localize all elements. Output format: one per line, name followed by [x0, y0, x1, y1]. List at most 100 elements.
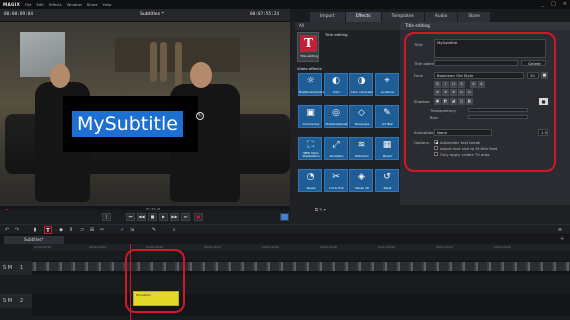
- frame-back-button[interactable]: |: [102, 213, 111, 221]
- effects-footer: ⧉ ✎ ▾: [290, 205, 570, 224]
- group-icon[interactable]: ⊞: [88, 226, 96, 234]
- fast-forward-button[interactable]: ▶▶: [170, 213, 179, 221]
- minimize-button[interactable]: _: [542, 1, 545, 7]
- menu-effects[interactable]: Effects: [49, 2, 62, 7]
- effect-tile[interactable]: ◔ Speed: [298, 169, 322, 192]
- tab-effects[interactable]: Effects: [345, 12, 381, 22]
- effect-label: Color correction: [350, 89, 374, 94]
- track-header-1[interactable]: S M 1: [0, 261, 32, 275]
- subtitle-overlay[interactable]: MySubtitle: [72, 111, 183, 137]
- effect-tile[interactable]: ◐ Color: [323, 73, 348, 96]
- project-tab-subtitles[interactable]: Subtitles*: [4, 236, 64, 244]
- effect-tile[interactable]: ◈ Stereo 3D: [349, 169, 373, 192]
- effect-icon: ▣: [306, 108, 315, 118]
- effect-tile[interactable]: ◎ Miniatureplanet: [323, 105, 348, 128]
- effect-tile[interactable]: ◑ Color correction: [349, 73, 373, 96]
- play-button[interactable]: ▶: [159, 213, 168, 221]
- ruler-label: 00:00:10:00: [89, 245, 107, 249]
- title-editing-card-label: Title editing: [300, 54, 318, 58]
- split-icon[interactable]: ⫴: [67, 226, 75, 234]
- effect-icon: ◐: [332, 76, 340, 86]
- record-button[interactable]: ●: [194, 213, 203, 221]
- next-marker-button[interactable]: ⏭: [181, 213, 190, 221]
- effect-icon: ◑: [357, 76, 366, 86]
- rewind-button[interactable]: ◀◀: [137, 213, 146, 221]
- menu-help[interactable]: Help: [103, 2, 112, 7]
- ruler-label: 00:01:20:00: [494, 245, 512, 249]
- playhead[interactable]: [130, 244, 131, 320]
- video-clip-filmstrip[interactable]: [32, 262, 570, 271]
- fullscreen-button[interactable]: ⛶: [280, 213, 289, 221]
- effect-tile[interactable]: ✂ Cut & Trim: [323, 169, 348, 192]
- add-tab-icon[interactable]: +: [560, 236, 564, 242]
- effect-tile[interactable]: ↺ Reset: [374, 169, 399, 192]
- effect-label: Cut & Trim: [329, 185, 344, 190]
- video-track[interactable]: [32, 261, 570, 275]
- timeline-ruler[interactable]: 00:00:00:00 00:00:10:00 00:00:20:00 00:0…: [32, 244, 570, 251]
- menu-edit[interactable]: Edit: [37, 2, 44, 7]
- redo-icon[interactable]: ↷: [13, 226, 21, 234]
- effect-tile[interactable]: ▣ Chroma key: [298, 105, 322, 128]
- effect-label: Mosaic: [382, 153, 393, 158]
- title-tool-icon[interactable]: T: [44, 226, 52, 234]
- video-preview[interactable]: MySubtitle ↻: [0, 22, 290, 205]
- multi-select-icon[interactable]: ⇲: [128, 226, 136, 234]
- title-editing-category[interactable]: Title editing: [325, 32, 348, 37]
- menu-file[interactable]: File: [25, 2, 31, 7]
- timecode-duration: 00:07:55:24: [250, 12, 280, 17]
- project-tabs: Subtitles* +: [0, 235, 570, 244]
- timecode-current: 00:00:09:04: [4, 12, 34, 17]
- effect-tile[interactable]: ▦ Mosaic: [374, 137, 399, 160]
- tab-import[interactable]: Import: [310, 12, 345, 22]
- effect-tile[interactable]: ☼ Brightness/Contrast: [298, 73, 327, 96]
- menu-bar: MAGIX File Edit Effects Window Share Hel…: [0, 0, 570, 9]
- cut-icon[interactable]: ✂: [98, 226, 106, 234]
- delete-icon[interactable]: ▮: [31, 226, 39, 234]
- track-solo-mute[interactable]: S M: [3, 265, 12, 271]
- title-editing-card[interactable]: T Title editing: [297, 32, 319, 62]
- close-button[interactable]: ×: [563, 1, 567, 7]
- effect-tile[interactable]: ≋ Distortion: [349, 137, 373, 160]
- title-editing-header: Title editing: [400, 22, 570, 30]
- maximize-button[interactable]: □: [551, 1, 556, 7]
- effect-icon: ☼: [306, 76, 315, 86]
- menu-more-icon[interactable]: ≡: [556, 226, 564, 234]
- effects-footer-icons[interactable]: ⧉ ✎ ▾: [315, 207, 326, 212]
- track-header-2[interactable]: S M 2: [0, 294, 32, 308]
- previous-marker-button[interactable]: ⏮: [126, 213, 135, 221]
- menu-window[interactable]: Window: [67, 2, 82, 7]
- tab-store[interactable]: Store: [458, 12, 490, 22]
- link-icon[interactable]: ⊃: [78, 226, 86, 234]
- effect-tile[interactable]: ⤢ Zoom/Pan: [323, 137, 348, 160]
- effect-tile[interactable]: ◇ Sharpness: [349, 105, 373, 128]
- tab-audio[interactable]: Audio: [424, 12, 458, 22]
- tab-templates[interactable]: Templates: [381, 12, 424, 22]
- timeline-toolbar: ↶ ↷ ▮ T ◆ ⫴ ⊃ ⊞ ✂ ➚ ⇲ ✎ ⌕ ≡: [0, 224, 570, 235]
- effect-label: Brightness/Contrast: [299, 89, 327, 94]
- ruler-label: 00:01:10:00: [436, 245, 454, 249]
- video-effects-category[interactable]: Video effects: [297, 66, 322, 71]
- effects-category-header[interactable]: All: [295, 22, 400, 30]
- title-t-icon: T: [300, 35, 317, 52]
- track-solo-mute[interactable]: S M: [3, 298, 12, 304]
- title-track[interactable]: [32, 294, 570, 316]
- highlight-ring: [404, 32, 556, 172]
- pen-icon[interactable]: ✎: [150, 226, 158, 234]
- rotate-handle-icon[interactable]: ↻: [196, 112, 204, 120]
- zoom-icon[interactable]: ⌕: [170, 226, 178, 234]
- stop-button[interactable]: ■: [148, 213, 157, 221]
- menu-share[interactable]: Share: [87, 2, 98, 7]
- undo-icon[interactable]: ↶: [3, 226, 11, 234]
- pointer-icon[interactable]: ➚: [118, 226, 126, 234]
- effect-tile[interactable]: ✎ Art filter: [374, 105, 399, 128]
- effect-tile[interactable]: ⌖ Locations: [374, 73, 399, 96]
- effect-icon: ⌖: [384, 76, 390, 86]
- effect-tile[interactable]: ⛶ NEW Video Stabilization: [298, 137, 322, 160]
- effect-label: Art filter: [381, 121, 394, 126]
- effect-icon: ⤢: [332, 140, 340, 150]
- ruler-label: 00:00:40:00: [262, 245, 280, 249]
- effect-label: Sharpness: [354, 121, 370, 126]
- marker-icon[interactable]: ◆: [57, 226, 65, 234]
- effect-icon: ◇: [358, 108, 365, 118]
- effect-icon: ✂: [332, 172, 340, 182]
